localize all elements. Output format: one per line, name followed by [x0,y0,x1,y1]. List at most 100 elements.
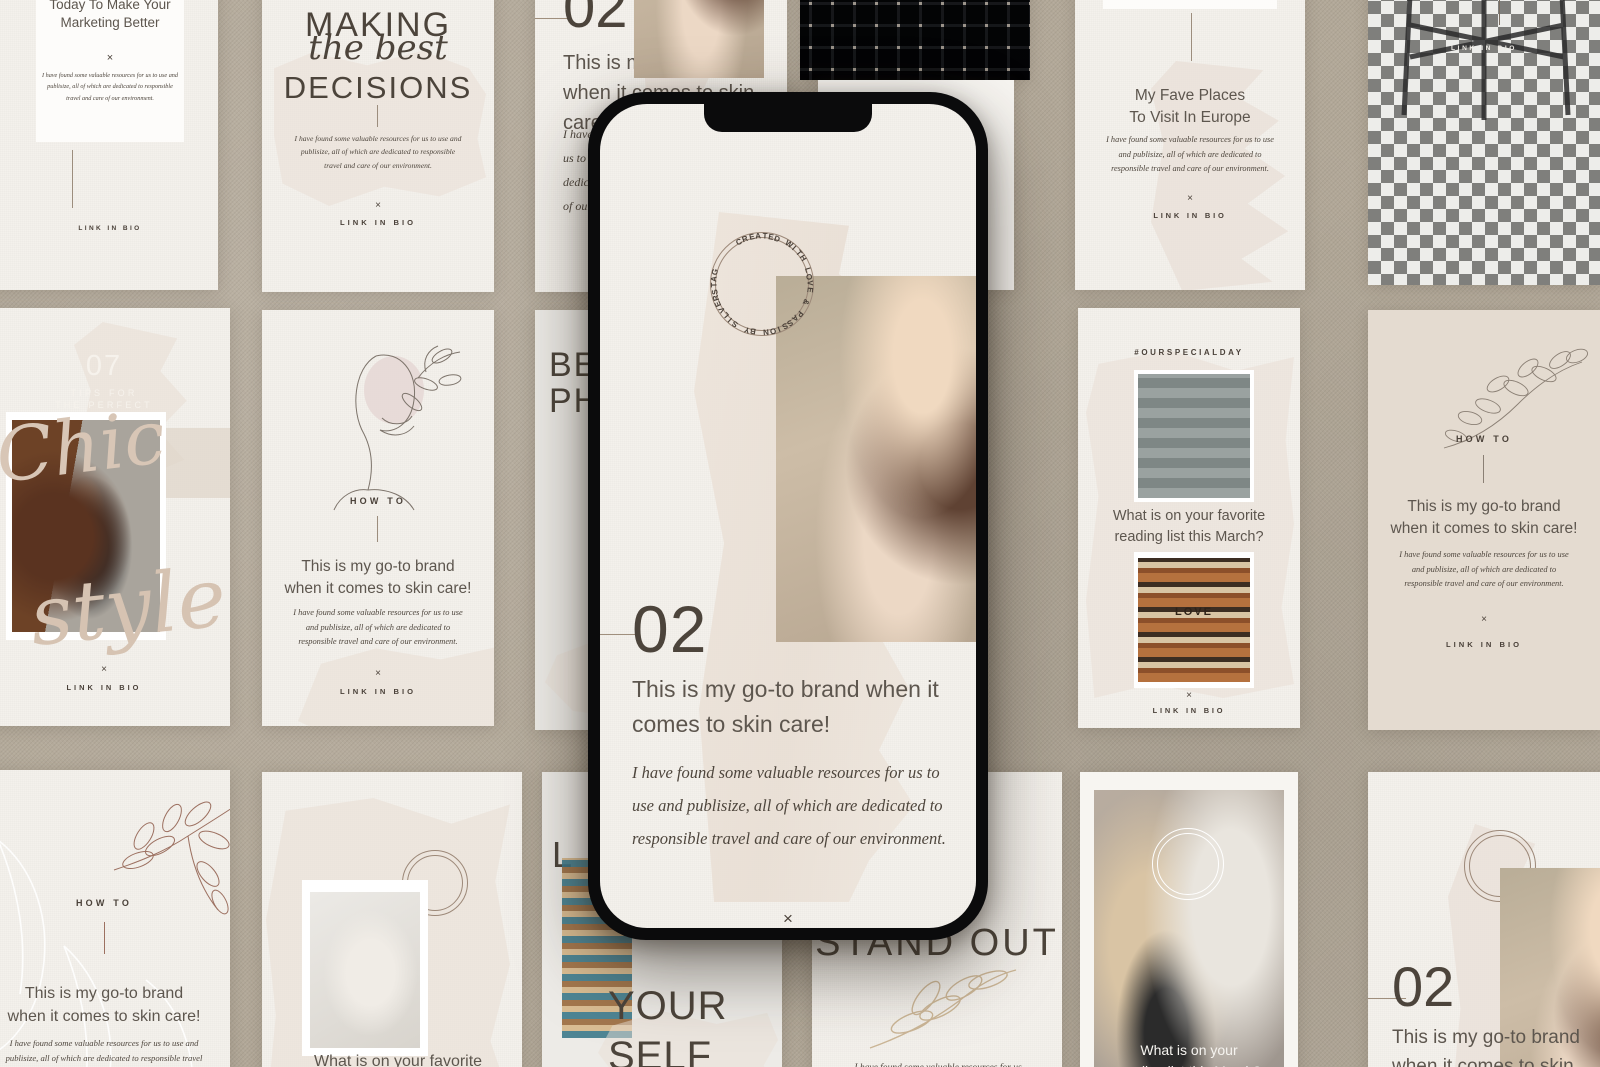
card-eyebrow: HOW TO [349,496,407,506]
card-number: 07 [85,350,123,382]
badge-char: E [804,286,815,293]
title-line-3: SELF [608,1034,713,1067]
link-in-bio[interactable]: LINK IN BIO [1075,211,1305,220]
card-body: I have found some valuable resources for… [5,1038,203,1064]
link-in-bio[interactable]: LINK IN BIO [0,683,230,692]
badge-char: A [709,275,720,283]
title-line-3: Marketing Better [60,15,160,31]
card-fave-places[interactable]: My Fave Places To Visit In Europe I have… [1075,0,1305,290]
card-number: 02 [563,0,628,40]
title-line-1: This is my go-to brand [301,558,455,575]
card-title: This is my go-to brand when it comes to … [274,556,482,601]
card-number: 02 [1392,955,1455,1018]
title-line-1: This is my go-to brand [24,985,184,1002]
title-line-1: This is my go-to brand [1392,1027,1580,1048]
card-title: Things You Can Do Today To Make Your Mar… [36,0,184,33]
gold-branch-icon [868,968,1018,1058]
card-chic-style[interactable]: 07 TIPS FOR THE PERFECT Chic style × LIN… [0,308,230,726]
card-title: This is my go-to brand when it comes to … [1392,1024,1600,1067]
photo-laptop-overhead: What is on your reading list this March?… [1094,790,1284,1067]
title-line-1: My Fave Places [1134,87,1246,104]
card-ourspecialday[interactable]: #OURSPECIALDAY What is on your favorite … [1078,308,1300,728]
x-icon: × [1187,193,1193,204]
brand-badge: CREATED WITH LOVE & PASSION BY SILVERSTA… [709,231,815,337]
card-marketing-top-left[interactable]: Things You Can Do Today To Make Your Mar… [0,0,218,290]
photo-plaid [800,0,1030,80]
card-marketing-top-right[interactable]: Things You Can Do Today To Make Your Mar… [1368,0,1600,285]
script-style: style [25,550,230,665]
x-icon: × [101,664,107,675]
card-title: What is on your reading list this March? [1098,1040,1280,1067]
card-skincare-02-bottom-right[interactable]: 02 This is my go-to brand when it comes … [1368,772,1600,1067]
photo-bed-book [310,892,420,1048]
card-body: I have found some valuable resources for… [830,1060,1046,1067]
card-title: What is on your favorite reading list th… [314,1050,514,1067]
x-icon: × [783,909,793,928]
title-line-2: reading list this March? [1114,529,1264,546]
title-line-2: when it comes to skin care! [284,580,472,598]
card-title: This is my go-to brand when it comes to … [0,982,218,1028]
title-decisions: DECISIONS [283,70,473,105]
card-best-decisions[interactable]: TIPS FOR MAKING the best DECISIONS I hav… [262,0,494,292]
title-line-2: when it comes to skin care! [1390,520,1578,538]
card-howto-tan[interactable]: HOW TO This is my go-to brand when it co… [1368,310,1600,730]
card-body: I have found some valuable resources for… [293,608,463,647]
title-line-1: This is my go-to brand [1407,498,1561,515]
badge-char: V [805,280,815,286]
link-in-bio[interactable]: LINK IN BIO [262,218,494,227]
card-reading-bed[interactable]: What is on your favorite reading list th… [262,772,522,1067]
card-eyebrow: #OURSPECIALDAY [1134,348,1244,357]
card-body: I have found some valuable resources for… [42,72,178,102]
card-reading-laptop[interactable]: What is on your reading list this March?… [1080,772,1298,1067]
story-body: I have found some valuable resources for… [632,763,946,848]
badge-char: S [709,288,720,296]
x-icon: × [375,200,381,211]
link-in-bio[interactable]: LINK IN BIO [262,687,494,696]
story-headline: This is my go-to brand when it comes to … [632,676,939,737]
card-title: What is on your favorite reading list th… [1084,506,1294,548]
link-in-bio[interactable]: LINK IN BIO [1368,640,1600,649]
card-body: I have found some valuable resources for… [1106,135,1274,174]
photo-books: LOVE [1138,558,1250,682]
title-line-2: when it comes to skin care! [7,1008,201,1026]
link-in-bio[interactable]: LINK IN BIO [36,225,184,232]
badge-char: N [763,327,770,337]
title-line-2: Today To Make Your [49,0,171,13]
title-line-2: YOUR [608,984,728,1028]
x-icon: × [375,668,381,679]
card-howto-face[interactable]: HOW TO This is my go-to brand when it co… [262,310,494,726]
card-howto-leaf-bottom[interactable]: HOW TO This is my go-to brand when it co… [0,770,230,1067]
face-line-art-icon [314,338,464,518]
card-title: This is my go-to brand when it comes to … [1380,496,1588,541]
round-badge-light [1152,828,1224,900]
card-plaid-photo[interactable] [800,0,1030,80]
title-line-2: reading list this March? [1098,1061,1280,1067]
badge-char: T [761,231,768,241]
link-in-bio[interactable]: LINK IN BIO [1078,706,1300,715]
x-icon: × [1481,614,1487,625]
title-line-1: What is on your favorite [314,1053,483,1067]
story-number: 02 [632,592,708,666]
phone-mockup[interactable]: CREATED WITH LOVE & PASSION BY SILVERSTA… [588,92,988,940]
phone-screen[interactable]: CREATED WITH LOVE & PASSION BY SILVERSTA… [600,104,976,928]
badge-char: T [709,282,719,288]
x-icon: × [106,52,114,64]
card-eyebrow: HOW TO [75,898,133,908]
card-body: I have found some valuable resources for… [294,134,462,170]
book-label: LOVE [1175,606,1213,618]
title-line-1: What is on your favorite [1112,508,1266,524]
photo-couple-top [634,0,764,78]
title-line-2: when it comes to skin care! [1392,1055,1574,1067]
card-title: My Fave Places To Visit In Europe [1095,85,1285,130]
badge-char: A [754,231,762,241]
card-eyebrow: HOW TO [1455,434,1513,444]
title-script: the best [308,28,448,68]
x-icon: × [1186,690,1192,701]
phone-notch [704,104,872,132]
link-in-bio[interactable]: LINK IN BIO [1402,45,1566,52]
photo-couple-stairs [1138,374,1250,498]
card-body: I have found some valuable resources for… [1399,550,1569,589]
title-line-2: To Visit In Europe [1129,109,1251,127]
card-eyebrow-1: TIPS FOR [70,388,138,398]
title-line-1: What is on your [1140,1042,1238,1058]
